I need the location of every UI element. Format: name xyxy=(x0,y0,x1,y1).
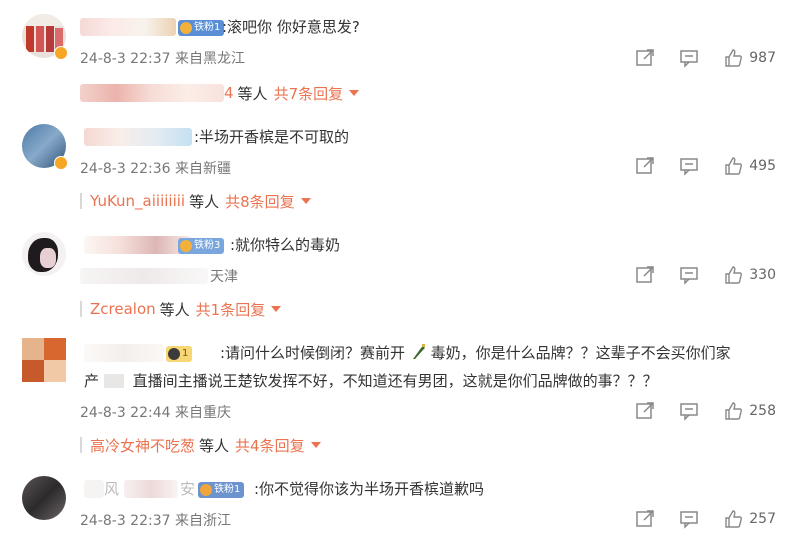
blurred-fragment xyxy=(103,374,124,388)
reply-connector: 等人 xyxy=(159,300,190,319)
reply-summary[interactable]: Zcrealon 等人 共1条回复 xyxy=(80,298,282,320)
fan-badge-icon xyxy=(180,240,192,252)
comment-button[interactable] xyxy=(679,509,699,529)
comment-text: :半场开香槟是不可取的 xyxy=(194,128,350,146)
caret-down-icon xyxy=(310,442,321,448)
avatar[interactable] xyxy=(22,338,66,382)
comment-meta: 24-8-3 22:37 来自浙江 xyxy=(80,513,231,529)
comment-icon xyxy=(680,267,699,285)
comment-button[interactable] xyxy=(679,401,699,421)
share-button[interactable] xyxy=(635,156,655,176)
like-count: 258 xyxy=(749,403,776,419)
like-button[interactable]: 258 xyxy=(723,401,776,421)
verified-badge-icon xyxy=(54,156,68,170)
share-icon xyxy=(636,402,655,419)
comment-meta: 24-8-3 22:37 来自黑龙江 xyxy=(80,51,245,67)
username-blurred[interactable] xyxy=(84,344,164,362)
crown-icon xyxy=(168,348,180,360)
share-icon xyxy=(636,266,655,283)
comment-button[interactable] xyxy=(679,48,699,68)
share-icon xyxy=(636,157,655,174)
comment-icon xyxy=(680,403,699,421)
like-icon xyxy=(725,157,743,175)
comment-actions: 258 xyxy=(611,400,776,422)
username-blurred[interactable] xyxy=(84,480,104,498)
reply-user[interactable]: Zcrealon xyxy=(90,300,156,318)
crown-badge: 1 xyxy=(166,346,193,362)
comment-location: 天津 xyxy=(210,269,238,285)
caret-down-icon xyxy=(271,306,282,312)
username-blurred-2[interactable] xyxy=(124,480,178,498)
share-button[interactable] xyxy=(635,509,655,529)
comment-icon xyxy=(680,50,699,68)
reply-connector: 等人 xyxy=(237,84,268,103)
share-icon xyxy=(636,510,655,527)
fan-badge: 铁粉1 xyxy=(178,20,225,36)
comment-actions: 257 xyxy=(611,508,776,530)
comment-text: :请问什么时候倒闭？赛前开 毒奶，你是什么品牌？？这辈子不会买你们家 xyxy=(220,344,731,362)
reply-users-blurred xyxy=(80,84,224,102)
fan-badge-icon xyxy=(200,484,212,496)
reply-count-link[interactable]: 共4条回复 xyxy=(235,435,305,456)
comment-actions: 495 xyxy=(611,155,776,177)
like-button[interactable]: 495 xyxy=(723,156,776,176)
avatar[interactable] xyxy=(22,476,66,520)
reply-connector: 等人 xyxy=(199,436,230,455)
comment-button[interactable] xyxy=(679,265,699,285)
champagne-bottle-icon xyxy=(412,344,425,359)
like-button[interactable]: 330 xyxy=(723,265,776,285)
username-blurred[interactable] xyxy=(84,128,192,146)
avatar[interactable] xyxy=(22,232,66,276)
reply-user[interactable]: YuKun_aiiiiiiii xyxy=(90,192,185,210)
reply-count-link[interactable]: 共8条回复 xyxy=(225,191,295,212)
share-button[interactable] xyxy=(635,265,655,285)
like-count: 495 xyxy=(749,158,776,174)
comment-meta: 24-8-3 22:44 来自重庆 xyxy=(80,405,231,421)
like-count: 330 xyxy=(749,267,776,283)
comment-text-line2: 产 直播间主播说王楚钦发挥不好，不知道还有男团，这就是你们品牌做的事？？？ xyxy=(84,372,658,390)
reply-user[interactable]: 4 xyxy=(224,84,234,102)
reply-summary[interactable]: YuKun_aiiiiiiii 等人 共8条回复 xyxy=(80,190,311,212)
fan-badge: 铁粉3 xyxy=(178,238,225,254)
meta-blurred xyxy=(80,268,208,284)
comment-text: :滚吧你 你好意思发? xyxy=(222,18,360,36)
fan-badge: 铁粉1 xyxy=(198,482,245,498)
reply-count-link[interactable]: 共7条回复 xyxy=(274,83,344,104)
comment-text: :就你特么的毒奶 xyxy=(230,236,341,254)
like-icon xyxy=(725,49,743,67)
like-count: 257 xyxy=(749,511,776,527)
reply-divider xyxy=(80,437,82,453)
username-blurred[interactable] xyxy=(80,18,176,36)
fan-badge-icon xyxy=(180,22,192,34)
like-count: 987 xyxy=(749,50,776,66)
reply-divider xyxy=(80,301,82,317)
like-icon xyxy=(725,266,743,284)
comment-meta: 24-8-3 22:36 来自新疆 xyxy=(80,161,231,177)
comment-button[interactable] xyxy=(679,156,699,176)
reply-divider xyxy=(80,193,82,209)
comment-actions: 330 xyxy=(611,264,776,286)
like-button[interactable]: 987 xyxy=(723,48,776,68)
comment-icon xyxy=(680,158,699,176)
reply-summary[interactable]: 高冷女神不吃葱 等人 共4条回复 xyxy=(80,434,321,456)
like-icon xyxy=(725,402,743,420)
share-button[interactable] xyxy=(635,48,655,68)
like-icon xyxy=(725,510,743,528)
caret-down-icon xyxy=(349,90,360,96)
username-blurred[interactable] xyxy=(84,236,192,254)
reply-user[interactable]: 高冷女神不吃葱 xyxy=(90,435,195,456)
reply-connector: 等人 xyxy=(189,192,220,211)
comment-text: :你不觉得你该为半场开香槟道歉吗 xyxy=(254,480,485,498)
reply-summary[interactable]: 4 等人 共7条回复 xyxy=(80,82,360,104)
reply-count-link[interactable]: 共1条回复 xyxy=(196,299,266,320)
share-button[interactable] xyxy=(635,401,655,421)
comment-icon xyxy=(680,511,699,529)
caret-down-icon xyxy=(300,198,311,204)
share-icon xyxy=(636,49,655,66)
name-fragment[interactable]: 风 xyxy=(104,478,119,500)
name-fragment-2[interactable]: 安 xyxy=(180,478,195,500)
like-button[interactable]: 257 xyxy=(723,509,776,529)
comment-actions: 987 xyxy=(611,47,776,69)
verified-badge-icon xyxy=(54,46,68,60)
